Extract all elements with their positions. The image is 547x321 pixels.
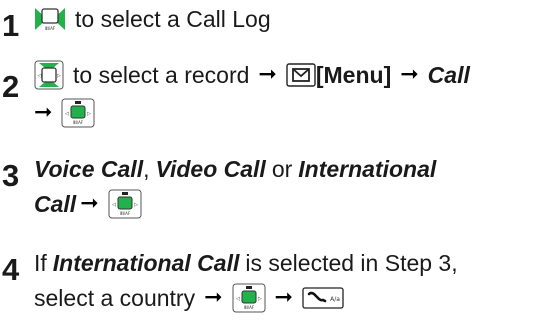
step-number: 1: [2, 8, 20, 43]
arrow-icon: ➞: [274, 285, 293, 310]
step-text: to select a record: [73, 62, 250, 88]
key-small-label: ⅢI/AF: [45, 26, 56, 31]
svg-text:◁: ◁: [236, 296, 240, 302]
arrow-icon: ➞: [204, 285, 223, 310]
key-small-label: ⅢI/AF: [73, 120, 84, 125]
center-key-icon: ◁ ▷ ⅢI/AF: [61, 98, 95, 128]
call-key-icon: A/a: [302, 286, 344, 310]
svg-text:◁: ◁: [65, 111, 69, 117]
svg-text:▷: ▷: [57, 73, 61, 79]
step-line-2: Call ➞ ◁ ▷ ⅢI/AF: [34, 189, 142, 219]
international-call-option: International: [298, 156, 437, 182]
center-key-icon: ◁ ▷ ⅢI/AF: [232, 283, 266, 313]
arrow-icon: ➞: [400, 62, 419, 87]
step-line-2: select a country ➞ ◁ ▷ ⅢI/AF ➞ A/a: [34, 283, 344, 313]
or-text: or: [271, 156, 293, 182]
svg-text:▷: ▷: [87, 111, 91, 117]
menu-label: [Menu]: [315, 62, 392, 88]
step-text: If: [34, 250, 47, 276]
arrow-icon: ➞: [80, 191, 99, 216]
step-text: to select a Call Log: [75, 6, 271, 32]
step-line: ⅢI/AF to select a Call Log: [34, 4, 271, 34]
voice-call-option: Voice Call: [34, 156, 144, 182]
nav-key-up-down-icon: ◁ ▷: [34, 60, 64, 90]
nav-key-left-right-icon: ⅢI/AF: [34, 5, 66, 33]
svg-text:▷: ▷: [134, 202, 138, 208]
video-call-option: Video Call: [155, 156, 266, 182]
international-call-option: International Call: [52, 250, 240, 276]
step-line-1: ◁ ▷ to select a record ➞ [Menu] ➞ Call: [34, 60, 470, 90]
step-line-1: Voice Call , Video Call or International: [34, 154, 436, 184]
center-key-icon: ◁ ▷ ⅢI/AF: [108, 189, 142, 219]
call-key-label: A/a: [330, 296, 340, 303]
step-number: 4: [2, 252, 20, 287]
step-line-1: If International Call is selected in Ste…: [34, 248, 458, 278]
step-text: is selected in Step 3,: [245, 250, 458, 276]
arrow-icon: ➞: [258, 62, 277, 87]
arrow-icon: ➞: [34, 100, 53, 125]
svg-text:▷: ▷: [258, 296, 262, 302]
step-text: select a country: [34, 285, 196, 311]
key-small-label: ⅢI/AF: [119, 211, 130, 216]
separator: ,: [143, 156, 150, 182]
mail-key-icon: [286, 62, 316, 88]
svg-text:◁: ◁: [38, 73, 42, 79]
international-call-option-cont: Call: [34, 191, 77, 217]
step-line-2: ➞ ◁ ▷ ⅢI/AF: [34, 98, 95, 128]
call-option: Call: [427, 62, 470, 88]
svg-text:◁: ◁: [112, 202, 116, 208]
key-small-label: ⅢI/AF: [243, 305, 254, 310]
step-number: 3: [2, 158, 20, 193]
step-number: 2: [2, 69, 20, 104]
